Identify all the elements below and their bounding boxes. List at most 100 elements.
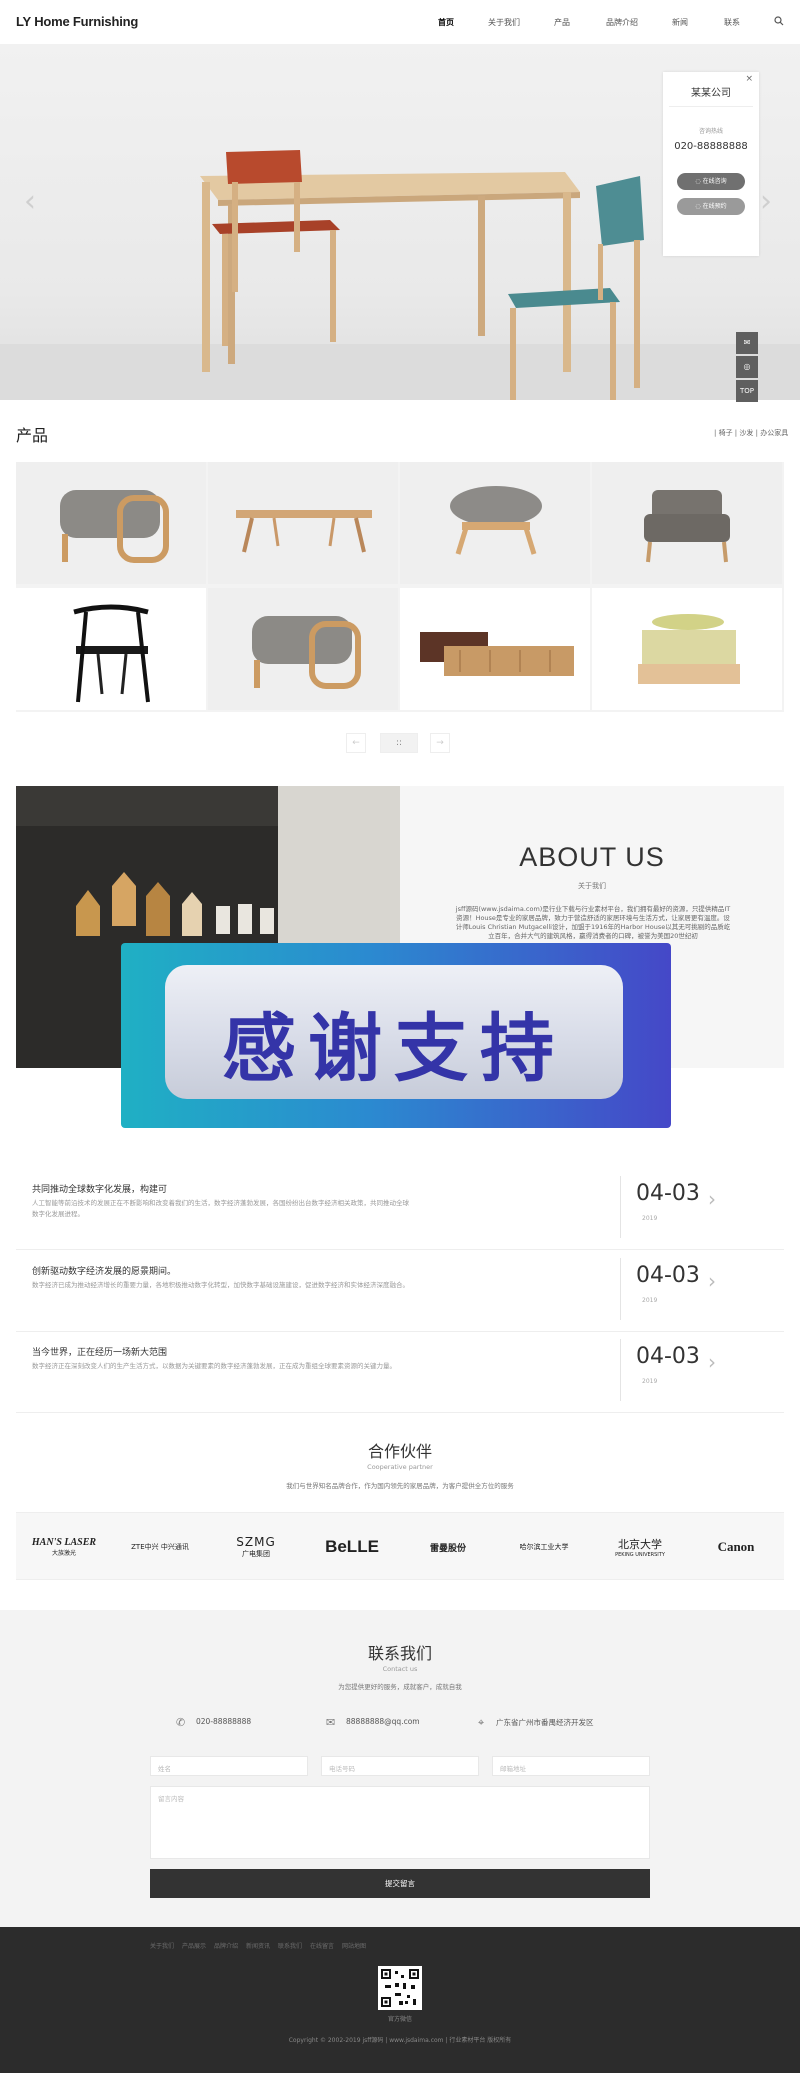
popup-hotline-label: 咨询热线: [698, 128, 723, 135]
footer-link[interactable]: 联系我们: [278, 1941, 302, 1950]
hero-next-arrow[interactable]: ›: [760, 184, 772, 219]
chat-icon: ◌: [695, 178, 703, 185]
footer-link[interactable]: 品牌介绍: [214, 1941, 238, 1950]
wechat-icon[interactable]: ✉: [736, 332, 758, 354]
news-title[interactable]: 共同推动全球数字化发展，构建可: [32, 1182, 167, 1195]
email-input[interactable]: 邮箱地址: [492, 1756, 650, 1776]
product-bench[interactable]: [208, 462, 398, 584]
product-daybed[interactable]: [592, 588, 782, 710]
partners-desc: 我们与世界知名品牌合作，作为国内领先的家居品牌，为客户提供全方位的服务: [286, 1482, 514, 1490]
partners-title: 合作伙伴: [367, 1442, 432, 1461]
nav-about[interactable]: 关于我们: [488, 17, 520, 28]
product-prev-button[interactable]: ←: [346, 733, 366, 753]
partner-logo-canon[interactable]: Canon: [688, 1513, 784, 1581]
news-item[interactable]: 共同推动全球数字化发展，构建可 人工智能等前沿技术的发展正在不断影响和改变着我们…: [16, 1172, 784, 1250]
product-ottoman-1[interactable]: [16, 462, 206, 584]
consult-label: 在线咨询: [702, 178, 727, 185]
news-item[interactable]: 创新驱动数字经济发展的愿景期间。 数字经济已成为推动经济增长的重要力量，各地积极…: [16, 1254, 784, 1332]
contact-popup: × 某某公司 咨询热线 020-88888888 ◌ 在线咨询 ◌ 在线预约: [663, 72, 759, 256]
footer-link[interactable]: 关于我们: [150, 1941, 174, 1950]
news-divider: [620, 1258, 621, 1320]
news-divider: [620, 1339, 621, 1401]
partner-logo-lehman[interactable]: 雷曼股份: [400, 1513, 496, 1581]
product-pouf[interactable]: [400, 462, 590, 584]
back-to-top-button[interactable]: TOP: [736, 380, 758, 402]
product-tv-cabinet[interactable]: [400, 588, 590, 710]
message-textarea[interactable]: 留言内容: [150, 1786, 650, 1859]
product-page-indicator[interactable]: ::: [380, 733, 418, 753]
product-next-button[interactable]: →: [430, 733, 450, 753]
partner-logo-text: 北京大学: [617, 1538, 662, 1551]
product-armchair[interactable]: [592, 462, 782, 584]
nav-news[interactable]: 新闻: [672, 17, 688, 28]
partner-logo-text: Canon: [717, 1539, 755, 1554]
partner-logo-text: 雷曼股份: [429, 1543, 466, 1554]
nav-products[interactable]: 产品: [554, 17, 570, 28]
footer-link[interactable]: 网站地图: [342, 1941, 366, 1950]
contact-email: 88888888@qq.com: [346, 1717, 420, 1726]
partner-logo-text: SZMG: [236, 1535, 276, 1549]
nav-contact[interactable]: 联系: [724, 17, 740, 28]
consult-button[interactable]: ◌ 在线咨询: [677, 173, 745, 190]
news-year: 2019: [642, 1297, 658, 1304]
partner-logo-text: ZTE中兴: [131, 1543, 159, 1551]
chevron-right-icon[interactable]: ›: [708, 1350, 716, 1374]
thanks-banner-text: 感谢支持: [222, 1006, 566, 1092]
news-desc: 人工智能等前沿技术的发展正在不断影响和改变着我们的生活，数字经济蓬勃发展，各国纷…: [32, 1199, 409, 1218]
product-category-links[interactable]: | 椅子 | 沙发 | 办公家具: [714, 428, 788, 438]
popup-company: 某某公司: [691, 88, 731, 99]
site-logo[interactable]: LY Home Furnishing: [16, 14, 138, 29]
news-divider: [620, 1176, 621, 1238]
weibo-icon[interactable]: ◎: [736, 356, 758, 378]
footer-link[interactable]: 在线留言: [310, 1941, 334, 1950]
nav-home[interactable]: 首页: [438, 17, 454, 28]
products-title: 产品: [16, 426, 49, 445]
copyright: Copyright © 2002-2019 jsff源码 | www.jsdai…: [288, 2037, 512, 2044]
partner-logo-pku[interactable]: 北京大学 PEKING UNIVERSITY: [592, 1513, 688, 1581]
partner-logos: HAN'S LASER 大族激光 ZTE中兴 中兴通讯 SZMG 广电集团 BeLL…: [16, 1512, 784, 1580]
news-date: 04-03: [636, 1263, 700, 1288]
booking-button[interactable]: ◌ 在线预约: [677, 198, 745, 215]
news-date: 04-03: [636, 1181, 700, 1206]
close-icon[interactable]: ×: [745, 74, 753, 84]
search-icon[interactable]: [774, 16, 784, 26]
chevron-right-icon[interactable]: ›: [708, 1269, 716, 1293]
partner-logo-hanslaser[interactable]: HAN'S LASER 大族激光: [16, 1513, 112, 1581]
site-header: LY Home Furnishing 首页 关于我们 产品 品牌介绍 新闻 联系: [0, 0, 800, 44]
product-ottoman-2[interactable]: [208, 588, 398, 710]
contact-phone: 020-88888888: [196, 1717, 252, 1726]
news-title[interactable]: 创新驱动数字经济发展的愿景期间。: [32, 1264, 176, 1277]
chevron-right-icon[interactable]: ›: [708, 1187, 716, 1211]
news-year: 2019: [642, 1215, 658, 1222]
partner-logo-text: HAN'S LASER: [31, 1537, 97, 1548]
partner-logo-belle[interactable]: BeLLE: [304, 1513, 400, 1581]
contact-title: 联系我们: [367, 1644, 432, 1663]
partner-logo-subtext: 广电集团: [242, 1550, 270, 1558]
partner-logo-hit[interactable]: 哈尔滨工业大学: [496, 1513, 592, 1581]
submit-button[interactable]: 提交留言: [150, 1869, 650, 1898]
product-black-chair[interactable]: [16, 588, 206, 710]
news-date: 04-03: [636, 1344, 700, 1369]
footer-link[interactable]: 新闻资讯: [246, 1941, 270, 1950]
contact-subtitle: Contact us: [382, 1665, 418, 1673]
phone-icon: ✆: [176, 1716, 186, 1729]
booking-label: 在线预约: [702, 203, 727, 210]
popup-divider: [669, 106, 753, 107]
name-input[interactable]: 姓名: [150, 1756, 308, 1776]
chat-icon: ◌: [695, 203, 703, 210]
hero-prev-arrow[interactable]: ‹: [24, 184, 36, 219]
news-desc: 数字经济已成为推动经济增长的重要力量，各地积极推动数字化转型，加快数字基础设施建…: [32, 1281, 409, 1289]
news-item[interactable]: 当今世界，正在经历一场新大范围 数字经济正在深刻改变人们的生产生活方式，以数据为…: [16, 1335, 784, 1413]
popup-phone: 020-88888888: [674, 141, 748, 152]
news-title[interactable]: 当今世界，正在经历一场新大范围: [32, 1345, 167, 1358]
about-text: jsff源码(www.jsdaima.com)是行业下载与行业素材平台，我们拥有…: [455, 905, 731, 940]
partner-logo-text: BeLLE: [325, 1537, 379, 1556]
location-icon: ⌖: [478, 1716, 485, 1729]
footer-link[interactable]: 产品展示: [182, 1941, 206, 1950]
about-subheading: 关于我们: [578, 882, 606, 890]
partner-logo-subtext: PEKING UNIVERSITY: [615, 1552, 665, 1558]
partner-logo-zte[interactable]: ZTE中兴 中兴通讯: [112, 1513, 208, 1581]
nav-brand[interactable]: 品牌介绍: [606, 17, 638, 28]
phone-input[interactable]: 电话号码: [321, 1756, 479, 1776]
partner-logo-szmg[interactable]: SZMG 广电集团: [208, 1513, 304, 1581]
